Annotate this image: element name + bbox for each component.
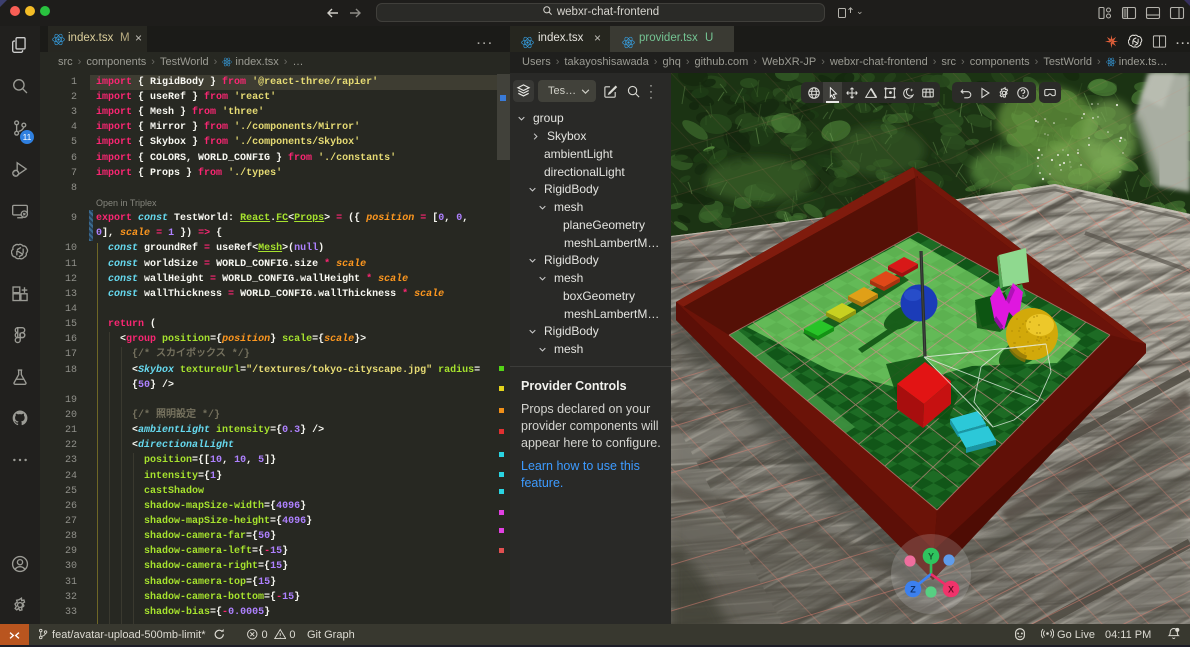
svg-text:Z: Z: [910, 585, 916, 595]
svg-text:X: X: [948, 585, 954, 595]
svg-text:Y: Y: [928, 552, 934, 562]
